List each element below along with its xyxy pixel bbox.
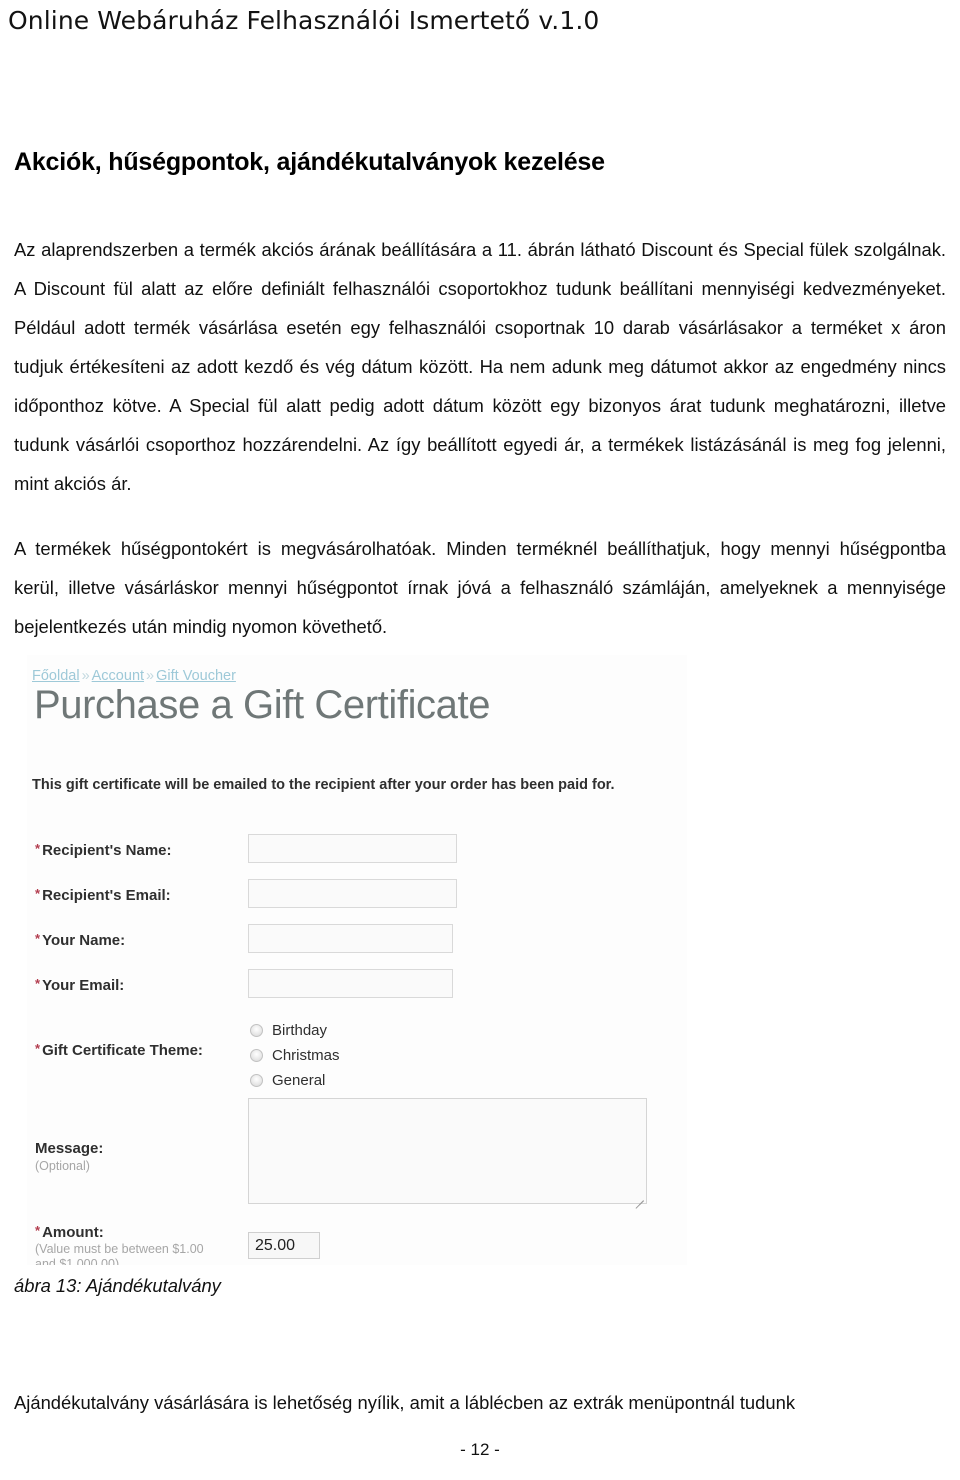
page-title: Akciók, hűségpontok, ajándékutalványok k…: [14, 147, 605, 176]
label-message: Message:: [35, 1140, 104, 1157]
radio-label: Birthday: [272, 1022, 328, 1039]
radio-option-general[interactable]: General: [250, 1068, 340, 1093]
breadcrumb-item-gift-voucher[interactable]: Gift Voucher: [156, 668, 236, 684]
label-text: Recipient's Email:: [42, 887, 171, 904]
radio-label: General: [272, 1072, 326, 1089]
input-recipient-email[interactable]: [248, 879, 457, 908]
breadcrumb-separator: »: [81, 668, 90, 684]
required-asterisk: *: [35, 976, 41, 991]
resize-handle-icon[interactable]: [633, 1191, 644, 1209]
label-recipient-name: * Recipient's Name:: [35, 841, 172, 859]
label-recipient-email: * Recipient's Email:: [35, 886, 171, 904]
label-gift-certificate-theme: * Gift Certificate Theme:: [35, 1041, 203, 1059]
label-your-name: * Your Name:: [35, 931, 125, 949]
label-amount: * Amount:: [35, 1223, 104, 1241]
breadcrumb: Főoldal» Account» Gift Voucher: [32, 668, 236, 684]
required-asterisk: *: [35, 1041, 41, 1056]
body-paragraph-2: A termékek hűségpontokért is megvásárolh…: [14, 538, 946, 638]
body-paragraph-3: Ajándékutalvány vásárlására is lehetőség…: [14, 1392, 796, 1414]
input-your-email[interactable]: [248, 969, 453, 998]
breadcrumb-item-account[interactable]: Account: [92, 668, 144, 684]
body-paragraph-1: Az alaprendszerben a termék akciós árána…: [14, 239, 946, 495]
input-recipient-name[interactable]: [248, 834, 457, 863]
input-amount[interactable]: [248, 1232, 320, 1259]
breadcrumb-separator: »: [146, 668, 155, 684]
figure-caption: ábra 13: Ajándékutalvány: [14, 1275, 221, 1296]
label-amount-hint-line-1: (Value must be between $1.00: [35, 1242, 204, 1256]
label-text: Recipient's Name:: [42, 842, 172, 859]
breadcrumb-item-home[interactable]: Főoldal: [32, 668, 80, 684]
figure-gift-voucher-screenshot: Főoldal» Account» Gift Voucher Purchase a …: [27, 655, 687, 1265]
label-text: Amount:: [42, 1224, 104, 1241]
input-your-name[interactable]: [248, 924, 453, 953]
label-text: Your Email:: [42, 977, 125, 994]
required-asterisk: *: [35, 886, 41, 901]
required-asterisk: *: [35, 1223, 41, 1238]
radio-label: Christmas: [272, 1047, 340, 1064]
required-asterisk: *: [35, 931, 41, 946]
radio-button-icon[interactable]: [250, 1024, 263, 1037]
screenshot-page-title: Purchase a Gift Certificate: [34, 683, 491, 727]
label-text: Your Name:: [42, 932, 126, 949]
radio-option-christmas[interactable]: Christmas: [250, 1043, 340, 1068]
radio-button-icon[interactable]: [250, 1049, 263, 1062]
radio-button-icon[interactable]: [250, 1074, 263, 1087]
intro-text: This gift certificate will be emailed to…: [32, 777, 615, 793]
page-number-footer: - 12 -: [460, 1440, 500, 1459]
running-header: Online Webáruház Felhasználói Ismertető …: [8, 6, 600, 35]
textarea-message[interactable]: [248, 1098, 647, 1209]
radio-option-birthday[interactable]: Birthday: [250, 1018, 340, 1043]
radio-group-gift-certificate-theme: Birthday Christmas General: [250, 1018, 340, 1093]
label-text: Gift Certificate Theme:: [42, 1042, 203, 1059]
label-your-email: * Your Email:: [35, 976, 124, 994]
label-message-hint: (Optional): [35, 1159, 90, 1173]
required-asterisk: *: [35, 841, 41, 856]
label-amount-hint-line-2: and $1,000.00): [35, 1257, 120, 1265]
